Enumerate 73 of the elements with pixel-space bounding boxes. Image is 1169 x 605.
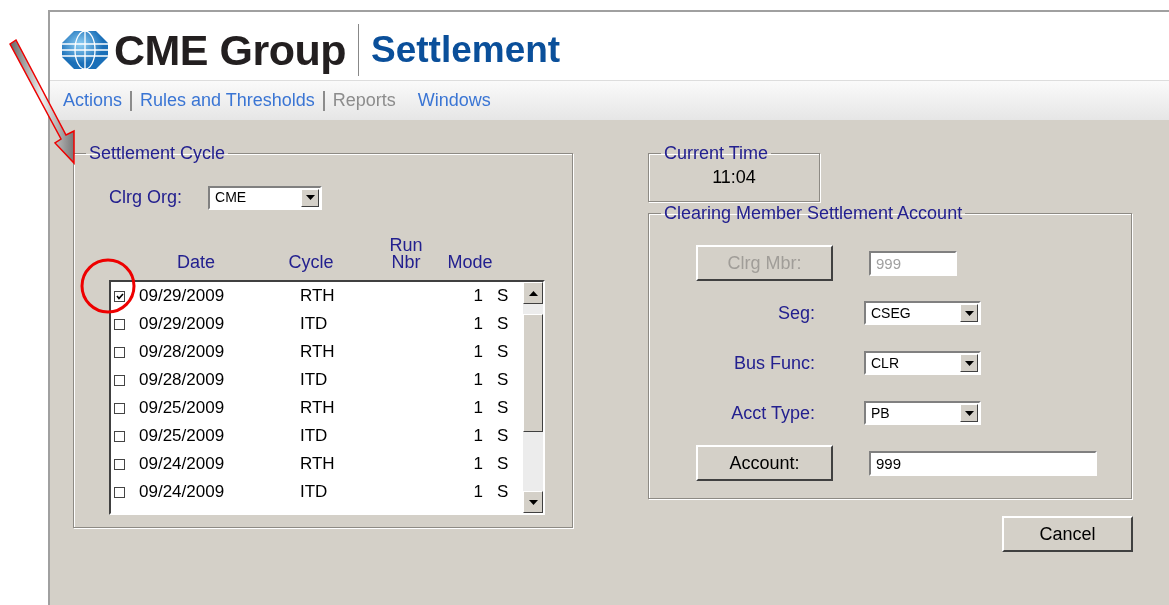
group-title: Settlement Cycle: [88, 142, 227, 164]
row-checkbox[interactable]: [114, 458, 125, 470]
down-arrow-icon: [528, 499, 538, 505]
row-checkbox[interactable]: [114, 402, 125, 414]
run-number-cell-text: 1: [472, 341, 483, 364]
run-number-cell-text: 1: [472, 397, 483, 420]
menu-item[interactable]: Windows: [417, 87, 499, 114]
date-cell-text: 09/25/2009: [139, 425, 226, 448]
highlight-circle: [80, 258, 136, 314]
run-number-cell-text: 1: [472, 369, 483, 392]
run-number-cell-text: 1: [472, 285, 483, 308]
row-checkbox[interactable]: [114, 374, 125, 386]
cycle-cell-text: RTH: [300, 453, 336, 476]
row-checkbox[interactable]: [114, 430, 125, 442]
mode-cell-text: S: [496, 341, 510, 364]
menu-item[interactable]: Actions: [63, 87, 131, 114]
up-arrow-icon: [528, 290, 538, 296]
mode-cell-text: S: [496, 285, 510, 308]
lookup-button[interactable]: Account:: [696, 445, 833, 481]
row-checkbox[interactable]: [114, 290, 125, 302]
date-cell-text: 09/24/2009: [139, 453, 226, 476]
dropdown[interactable]: CSEG: [864, 301, 981, 325]
mode-cell-text: S: [496, 397, 510, 420]
column-header: Date: [176, 254, 216, 271]
app-title: Settlement: [371, 28, 561, 72]
run-number-cell-text: 1: [472, 313, 483, 336]
cancel-button[interactable]: Cancel: [1002, 516, 1133, 552]
dropdown[interactable]: PB: [864, 401, 981, 425]
column-header: Cycle: [287, 254, 335, 271]
cycle-cell-text: ITD: [300, 425, 329, 448]
field-label: Bus Func:: [732, 351, 816, 375]
column-header: Run Nbr: [388, 237, 424, 271]
logo-text: CME Group: [114, 25, 346, 75]
org-dropdown[interactable]: CME: [208, 185, 322, 210]
down-arrow-icon: [964, 310, 974, 316]
date-cell-text: 09/24/2009: [139, 481, 226, 504]
cycle-cell-text: RTH: [300, 397, 336, 420]
row-checkbox[interactable]: [114, 346, 125, 358]
date-cell-text: 09/25/2009: [139, 397, 226, 420]
scrollbar[interactable]: [523, 282, 543, 513]
run-number-cell-text: 1: [472, 425, 483, 448]
date-cell-text: 09/28/2009: [139, 369, 226, 392]
column-header: Mode: [446, 254, 494, 271]
down-arrow-icon: [964, 410, 974, 416]
dropdown[interactable]: CLR: [864, 351, 981, 375]
cycle-cell-text: ITD: [300, 481, 329, 504]
cycle-cell-text: ITD: [300, 369, 329, 392]
run-number-cell-text: 1: [472, 481, 483, 504]
cycle-cell-text: ITD: [300, 313, 329, 336]
cycle-cell-text: RTH: [300, 341, 336, 364]
globe-logo-icon: [62, 31, 108, 69]
field-label: Acct Type:: [730, 401, 816, 425]
mode-cell-text: S: [496, 425, 510, 448]
mode-cell-text: S: [496, 369, 510, 392]
group-title: Clearing Member Settlement Account: [663, 202, 964, 224]
row-checkbox[interactable]: [114, 486, 125, 498]
mode-cell-text: S: [496, 481, 510, 504]
cycle-cell-text: RTH: [300, 285, 336, 308]
date-cell-text: 09/29/2009: [139, 285, 226, 308]
date-cell-text: 09/29/2009: [139, 313, 226, 336]
text-field[interactable]: 999: [869, 450, 1097, 476]
down-arrow-icon: [305, 195, 315, 200]
row-checkbox[interactable]: [114, 318, 125, 330]
date-cell-text: 09/28/2009: [139, 341, 226, 364]
mode-cell-text: S: [496, 313, 510, 336]
mode-cell-text: S: [496, 453, 510, 476]
field-label: Clrg Org:: [109, 186, 182, 209]
run-number-cell-text: 1: [472, 453, 483, 476]
current-time: 11:04: [711, 166, 757, 189]
field-label: Seg:: [776, 301, 816, 325]
down-arrow-icon: [964, 360, 974, 366]
group-title: Current Time: [663, 142, 770, 164]
menu-item[interactable]: Rules and Thresholds: [140, 87, 323, 114]
